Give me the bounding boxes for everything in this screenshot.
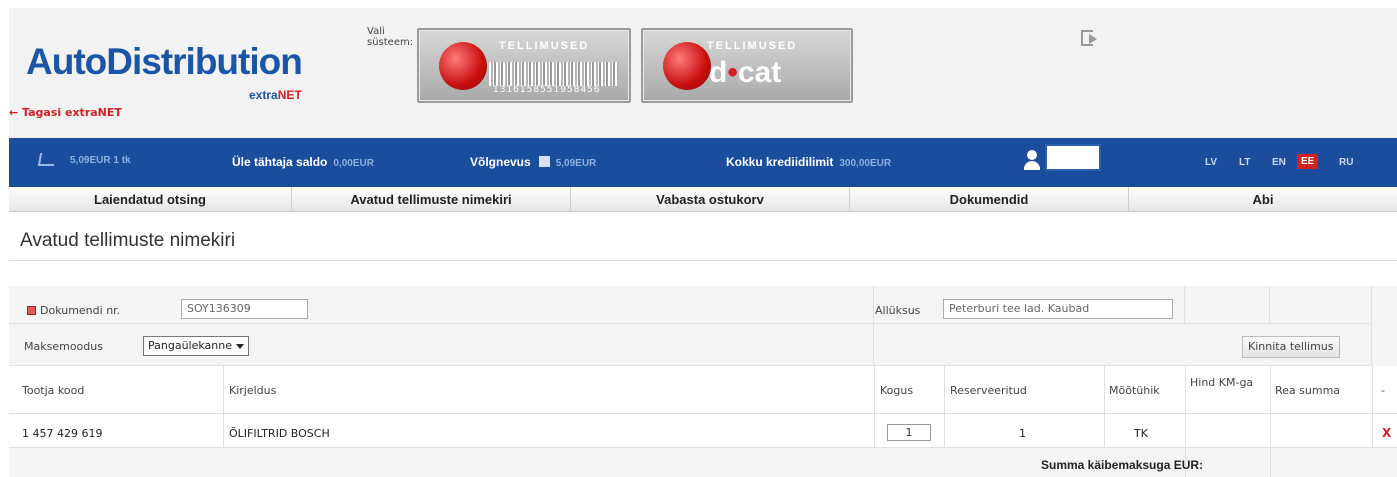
cell-description: ÕLIFILTRID BOSCH (229, 427, 330, 440)
cart-value[interactable]: 5,09EUR 1 tk (70, 155, 131, 166)
tab-extended-search[interactable]: Laiendatud otsing (9, 187, 292, 212)
order-form: Dokumendi nr. SOY136309 Allüksus Peterbu… (9, 286, 1397, 477)
doc-number-field[interactable]: SOY136309 (181, 299, 308, 319)
tab-open-orders[interactable]: Avatud tellimuste nimekiri (292, 187, 571, 212)
debt: Võlgnevus 5,09EUR (470, 155, 596, 169)
quantity-input[interactable]: 1 (887, 424, 931, 441)
lang-lv[interactable]: LV (1205, 157, 1217, 168)
main-nav: Laiendatud otsing Avatud tellimuste nime… (9, 187, 1397, 212)
tab-help[interactable]: Abi (1129, 187, 1397, 212)
divider (9, 260, 1397, 261)
system-button-dcat[interactable]: TELLIMUSED d•cat (641, 28, 853, 103)
overdue-label: Üle tähtaja saldo (232, 155, 328, 169)
dcat-logo: d•cat (709, 56, 781, 90)
payment-select[interactable]: Pangaülekanne (143, 336, 249, 356)
grid-cell (1270, 286, 1372, 324)
tab-release-cart[interactable]: Vabasta ostukorv (571, 187, 850, 212)
barcode-icon (489, 62, 619, 86)
barcode-number: 1316158551958456 (493, 85, 601, 95)
table-row (9, 414, 1397, 448)
account-summary-bar: 5,09EUR 1 tk Üle tähtaja saldo 0,00EUR Võ… (9, 138, 1397, 187)
page-title: Avatud tellimuste nimekiri (20, 230, 236, 251)
dcat-prefix: d (709, 56, 728, 89)
red-ball-icon (439, 42, 487, 90)
total-with-vat-label: Summa käibemaksuga EUR: (1041, 458, 1204, 472)
red-ball-icon (663, 42, 711, 90)
back-to-extranet-link[interactable]: ← Tagasi extraNET (9, 106, 122, 119)
lang-ru[interactable]: RU (1339, 157, 1353, 168)
doc-number-label: Dokumendi nr. (40, 304, 121, 317)
document-icon[interactable] (538, 156, 550, 167)
overdue-balance: Üle tähtaja saldo 0,00EUR (232, 155, 374, 169)
col-divider (1104, 366, 1105, 448)
cell-unit: TK (1134, 427, 1148, 440)
user-field[interactable] (1045, 144, 1101, 171)
col-divider (944, 366, 945, 448)
credit-label: Kokku krediidilimit (726, 155, 834, 169)
payment-label: Maksemoodus (24, 340, 103, 353)
confirm-order-button[interactable]: Kinnita tellimus (1242, 336, 1340, 358)
delete-row-icon[interactable]: X (1382, 426, 1391, 440)
cell-reserved: 1 (1019, 427, 1026, 440)
logo-sub-prefix: extra (249, 88, 278, 102)
cart-icon[interactable] (37, 153, 57, 166)
autodistribution-logo[interactable]: AutoDistribution (26, 41, 303, 83)
col-header-quantity: Kogus (880, 384, 914, 397)
credit-value: 300,00EUR (839, 158, 892, 169)
col-header-unit: Mõõtühik (1109, 384, 1160, 397)
logo-sub-suffix: NET (277, 88, 302, 102)
branch-field[interactable]: Peterburi tee lad. Kaubad (943, 299, 1173, 319)
debt-label: Võlgnevus (470, 155, 531, 169)
tab-documents[interactable]: Dokumendid (850, 187, 1129, 212)
required-marker-icon (27, 306, 36, 315)
dcat-dot: • (727, 56, 738, 89)
col-header-description: Kirjeldus (229, 384, 277, 397)
col-divider (1270, 366, 1271, 477)
table-header-row (9, 366, 1397, 414)
dcat-suffix: cat (737, 56, 782, 89)
debt-value: 5,09EUR (555, 158, 597, 169)
grid-cell (9, 324, 874, 366)
logo-subtitle: extraNET (249, 88, 302, 102)
lang-lt[interactable]: LT (1239, 157, 1250, 168)
system-button-tellimused[interactable]: TELLIMUSED 1316158551958456 (417, 28, 631, 103)
lang-en[interactable]: EN (1272, 157, 1286, 168)
branch-label: Allüksus (875, 304, 921, 317)
col-divider (874, 366, 875, 448)
grid-cell (9, 286, 874, 324)
col-header-reserved: Reserveeritud (950, 384, 1027, 397)
col-header-price: Hind KM-ga (1190, 376, 1254, 389)
col-header-actions: - (1381, 384, 1385, 397)
system-button-caption: TELLIMUSED (499, 40, 590, 52)
col-header-row-sum: Rea summa (1275, 384, 1341, 397)
cell-code: 1 457 429 619 (22, 427, 103, 440)
col-divider (223, 366, 224, 448)
user-icon (1024, 150, 1040, 170)
col-header-code: Tootja kood (22, 384, 85, 397)
lang-ee[interactable]: EE (1297, 154, 1319, 169)
credit-limit: Kokku krediidilimit 300,00EUR (726, 155, 891, 169)
overdue-value: 0,00EUR (333, 158, 374, 169)
logout-icon[interactable] (1081, 30, 1097, 46)
grid-cell (1185, 286, 1270, 324)
system-button-caption: TELLIMUSED (707, 40, 798, 52)
col-divider (1372, 366, 1373, 448)
header: AutoDistribution extraNET ← Tagasi extra… (9, 8, 1397, 150)
